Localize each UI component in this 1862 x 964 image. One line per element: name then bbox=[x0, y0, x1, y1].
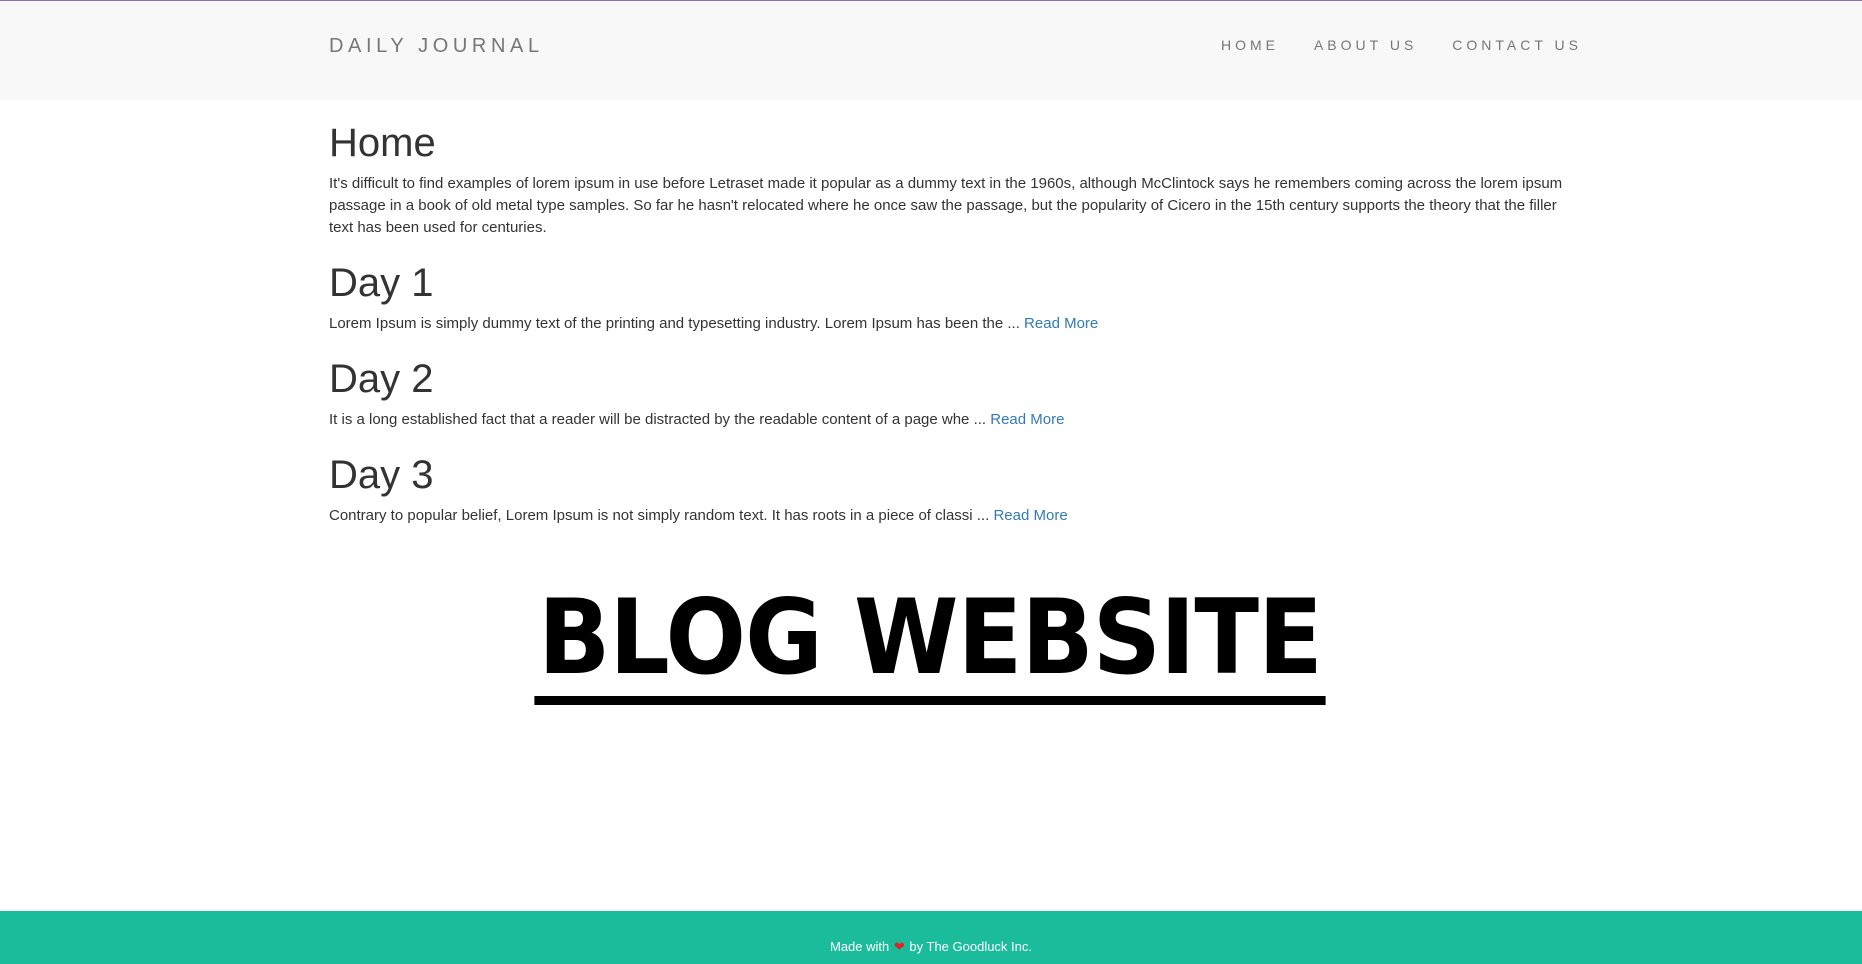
read-more-link[interactable]: Read More bbox=[993, 507, 1067, 524]
banner-heading: BLOG WEBSITE bbox=[534, 580, 1327, 705]
post-title: Day 2 bbox=[329, 357, 434, 401]
post-day-1: Day 1 Lorem Ipsum is simply dummy text o… bbox=[329, 261, 1579, 335]
nav-item-home: HOME bbox=[1221, 37, 1279, 55]
post-excerpt: It is a long established fact that a rea… bbox=[329, 409, 1579, 431]
nav-item-contact-us: CONTACT US bbox=[1452, 37, 1582, 55]
footer-credit: Made with ❤ by The Goodluck Inc. bbox=[0, 939, 1862, 955]
nav-item-about-us: ABOUT US bbox=[1314, 37, 1417, 55]
main-content: Home It's difficult to find examples of … bbox=[329, 100, 1579, 527]
post-excerpt-text: Lorem Ipsum is simply dummy text of the … bbox=[329, 315, 1025, 332]
nav-link-home[interactable]: HOME bbox=[1221, 37, 1279, 53]
heart-icon: ❤ bbox=[893, 939, 905, 954]
post-excerpt: Contrary to popular belief, Lorem Ipsum … bbox=[329, 505, 1579, 527]
post-excerpt-text: Contrary to popular belief, Lorem Ipsum … bbox=[329, 507, 994, 524]
page-title: Home bbox=[329, 121, 436, 165]
brand-logo[interactable]: DAILY JOURNAL bbox=[329, 34, 544, 58]
nav-menu: HOME ABOUT US CONTACT US bbox=[1221, 37, 1582, 55]
post-title: Day 1 bbox=[329, 261, 434, 305]
footer: Made with ❤ by The Goodluck Inc. bbox=[0, 911, 1862, 964]
post-title: Day 3 bbox=[329, 453, 434, 497]
read-more-link[interactable]: Read More bbox=[1024, 315, 1098, 332]
footer-suffix: by The Goodluck Inc. bbox=[905, 939, 1032, 954]
nav-link-contact-us[interactable]: CONTACT US bbox=[1452, 37, 1582, 53]
home-intro-text: It's difficult to find examples of lorem… bbox=[329, 175, 1563, 236]
post-day-2: Day 2 It is a long established fact that… bbox=[329, 357, 1579, 431]
post-day-3: Day 3 Contrary to popular belief, Lorem … bbox=[329, 453, 1579, 527]
footer-prefix: Made with bbox=[830, 939, 893, 954]
navbar: DAILY JOURNAL HOME ABOUT US CONTACT US bbox=[0, 1, 1862, 100]
read-more-link[interactable]: Read More bbox=[990, 411, 1064, 428]
blog-website-banner: BLOG WEBSITE bbox=[0, 580, 1862, 705]
post-excerpt: Lorem Ipsum is simply dummy text of the … bbox=[329, 313, 1579, 335]
post-excerpt-text: It is a long established fact that a rea… bbox=[329, 411, 991, 428]
nav-link-about-us[interactable]: ABOUT US bbox=[1314, 37, 1417, 53]
